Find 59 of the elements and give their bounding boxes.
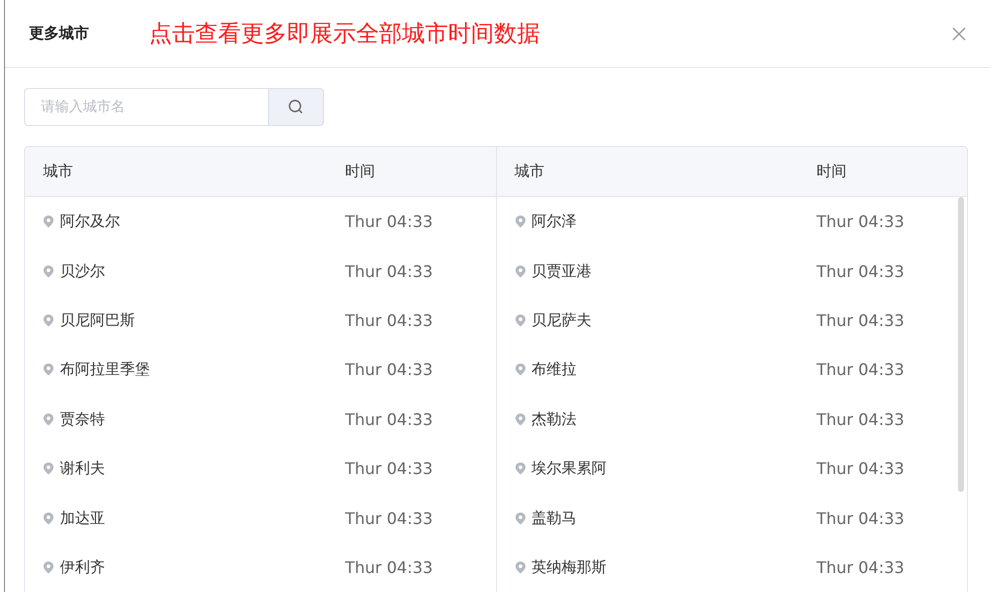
city-name: 布阿拉里季堡 — [60, 360, 150, 380]
city-name: 布维拉 — [532, 360, 576, 380]
city-time: Thur 04:33 — [345, 558, 433, 577]
location-pin-icon — [43, 264, 54, 278]
city-name: 埃尔果累阿 — [532, 459, 606, 478]
city-time: Thur 04:33 — [816, 410, 904, 429]
city-name: 贝尼萨夫 — [532, 310, 592, 330]
city-time: Thur 04:33 — [816, 360, 904, 380]
city-name: 阿尔泽 — [532, 212, 576, 232]
city-time: Thur 04:33 — [345, 310, 433, 330]
city-name: 杰勒法 — [532, 410, 576, 429]
city-name: 加达亚 — [60, 508, 105, 528]
column-header: 城市 — [43, 162, 73, 181]
city-name: 贝贾亚港 — [532, 262, 592, 281]
search-icon — [288, 99, 304, 115]
city-name: 贝尼阿巴斯 — [60, 310, 135, 330]
city-time: Thur 04:33 — [816, 262, 904, 281]
city-time: Thur 04:33 — [816, 558, 904, 577]
column-header: 时间 — [816, 162, 846, 181]
location-pin-icon — [514, 512, 526, 525]
city-name: 谢利夫 — [60, 459, 105, 478]
city-name: 贝沙尔 — [60, 262, 105, 281]
city-time: Thur 04:33 — [345, 508, 433, 528]
location-pin-icon — [514, 363, 526, 376]
location-pin-icon — [514, 560, 526, 574]
city-name: 贾奈特 — [60, 410, 105, 429]
column-header: 时间 — [345, 162, 375, 181]
city-time: Thur 04:33 — [345, 262, 433, 281]
location-pin-icon — [514, 314, 526, 327]
city-time: Thur 04:33 — [816, 212, 904, 232]
city-time: Thur 04:33 — [345, 459, 433, 478]
column-header: 城市 — [514, 162, 544, 181]
location-pin-icon — [43, 314, 54, 327]
location-pin-icon — [43, 363, 54, 376]
city-time: Thur 04:33 — [345, 360, 433, 380]
annotation-text: 点击查看更多即展示全部城市时间数据 — [149, 20, 541, 49]
city-time: Thur 04:33 — [345, 212, 433, 232]
city-name: 英纳梅那斯 — [532, 558, 606, 577]
city-time: Thur 04:33 — [816, 310, 904, 330]
location-pin-icon — [43, 512, 54, 525]
city-time: Thur 04:33 — [816, 508, 904, 528]
location-pin-icon — [514, 412, 526, 426]
location-pin-icon — [43, 215, 54, 228]
location-pin-icon — [43, 412, 54, 426]
location-pin-icon — [43, 560, 54, 574]
close-icon[interactable] — [952, 26, 966, 40]
search-field[interactable]: 请输入城市名 — [24, 88, 268, 126]
city-name: 盖勒马 — [532, 508, 576, 528]
search-button[interactable] — [268, 88, 324, 126]
location-pin-icon — [514, 462, 526, 476]
city-name: 阿尔及尔 — [60, 212, 120, 232]
city-time: Thur 04:33 — [816, 459, 904, 478]
city-time: Thur 04:33 — [345, 410, 433, 429]
scrollbar[interactable] — [958, 197, 964, 492]
location-pin-icon — [514, 264, 526, 278]
location-pin-icon — [43, 462, 54, 476]
city-name: 伊利齐 — [60, 558, 105, 577]
dialog-title: 更多城市 — [29, 24, 90, 43]
location-pin-icon — [514, 215, 526, 228]
